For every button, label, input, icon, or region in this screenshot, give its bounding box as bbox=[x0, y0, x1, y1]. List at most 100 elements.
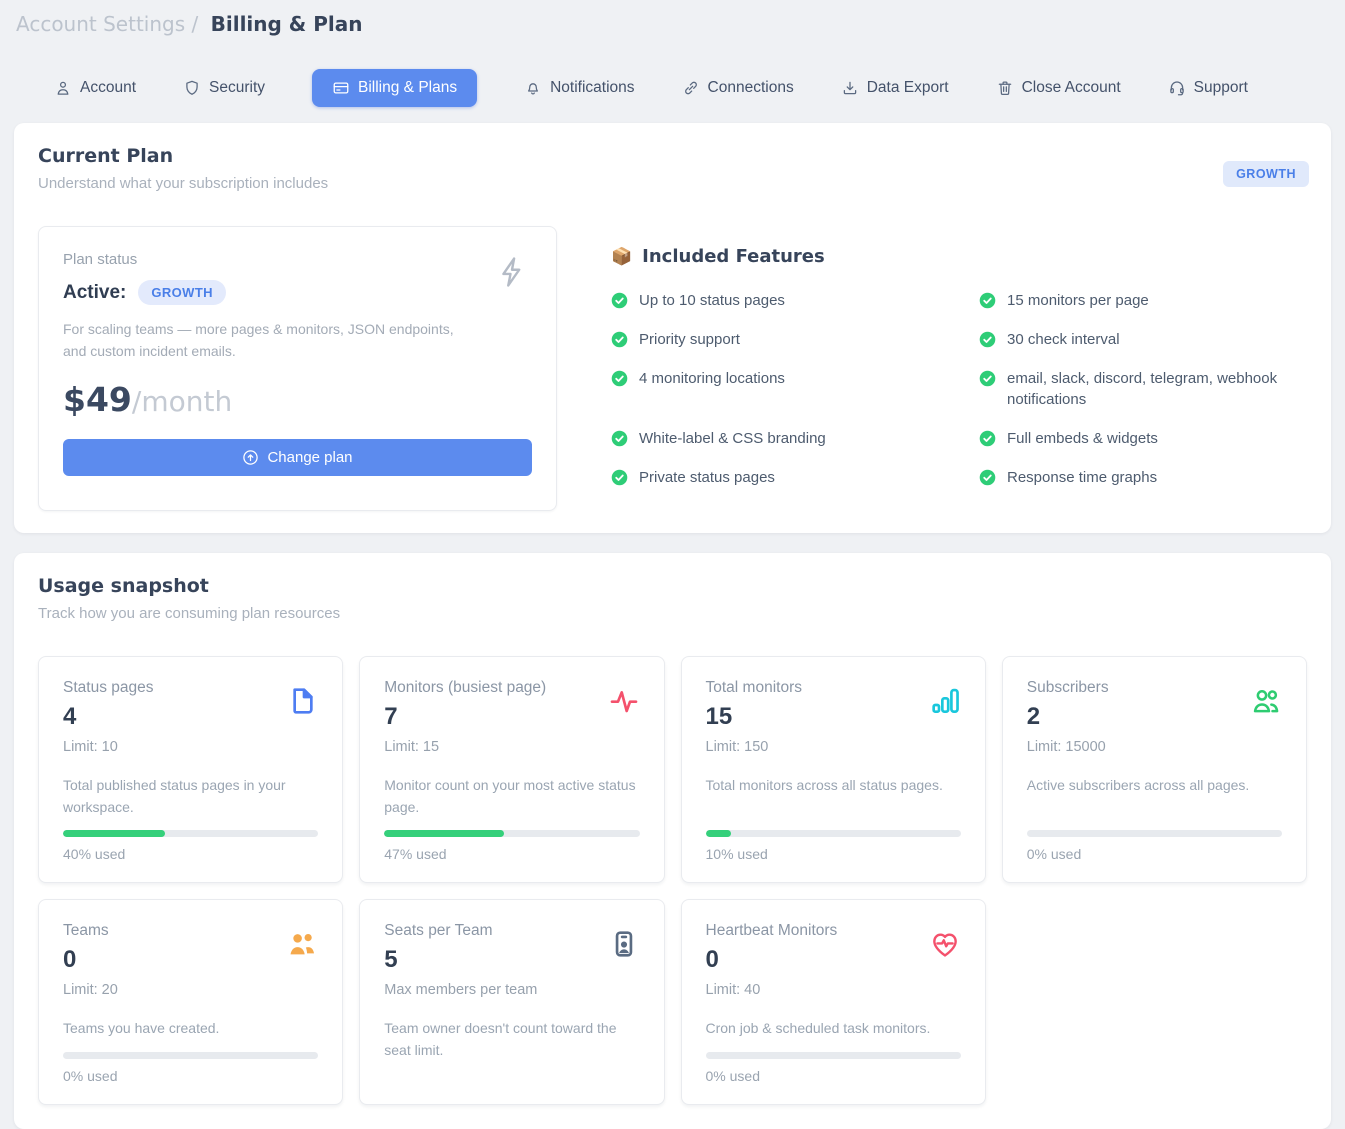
usage-card-limit: Limit: 20 bbox=[63, 982, 118, 998]
tab-account[interactable]: Account bbox=[54, 79, 136, 97]
feature-label: 15 monitors per page bbox=[1007, 290, 1149, 312]
plan-price-period: /month bbox=[132, 385, 232, 418]
usage-card-percent: 47% used bbox=[384, 846, 639, 862]
tab-label: Notifications bbox=[550, 79, 634, 97]
breadcrumb: Account Settings / Billing & Plan bbox=[14, 10, 1331, 36]
usage-card-description: Monitor count on your most active status… bbox=[384, 775, 639, 818]
tab-label: Connections bbox=[708, 79, 794, 97]
progress-fill bbox=[384, 830, 504, 837]
usage-card-seats-per-team: Seats per Team 5 Max members per team Te… bbox=[359, 899, 664, 1105]
tab-label: Data Export bbox=[867, 79, 949, 97]
usage-card-value: 0 bbox=[63, 946, 118, 974]
feature-label: 4 monitoring locations bbox=[639, 368, 785, 390]
feature-item: Private status pages bbox=[611, 467, 939, 489]
check-circle-icon bbox=[979, 469, 996, 486]
usage-card-limit: Limit: 150 bbox=[706, 739, 802, 755]
usage-card-value: 2 bbox=[1027, 703, 1109, 731]
feature-item: email, slack, discord, telegram, webhook… bbox=[979, 368, 1307, 412]
tab-data-export[interactable]: Data Export bbox=[841, 79, 949, 97]
check-circle-icon bbox=[611, 370, 628, 387]
usage-card-title: Total monitors bbox=[706, 679, 802, 697]
heart-pulse-icon bbox=[929, 928, 961, 960]
usage-card-value: 15 bbox=[706, 703, 802, 731]
tab-support[interactable]: Support bbox=[1168, 79, 1248, 97]
check-circle-icon bbox=[611, 469, 628, 486]
usage-subtitle: Track how you are consuming plan resourc… bbox=[38, 605, 1307, 622]
progress-bar bbox=[63, 1052, 318, 1059]
check-circle-icon bbox=[979, 430, 996, 447]
check-circle-icon bbox=[611, 292, 628, 309]
usage-card-description: Active subscribers across all pages. bbox=[1027, 775, 1282, 818]
feature-item: 30 check interval bbox=[979, 329, 1307, 351]
feature-label: 30 check interval bbox=[1007, 329, 1120, 351]
plan-price-amount: $49 bbox=[63, 380, 132, 419]
arrow-up-circle-icon bbox=[242, 449, 259, 466]
usage-card-value: 4 bbox=[63, 703, 153, 731]
usage-card-title: Heartbeat Monitors bbox=[706, 922, 838, 940]
usage-card-teams: Teams 0 Limit: 20 Teams you have created… bbox=[38, 899, 343, 1105]
usage-card-value: 5 bbox=[384, 946, 537, 974]
breadcrumb-parent[interactable]: Account Settings / bbox=[16, 12, 198, 36]
plan-badge: GROWTH bbox=[1223, 161, 1309, 187]
check-circle-icon bbox=[979, 370, 996, 387]
tab-close-account[interactable]: Close Account bbox=[996, 79, 1121, 97]
package-icon: 📦 bbox=[611, 247, 632, 267]
feature-item: Up to 10 status pages bbox=[611, 290, 939, 312]
feature-item: Full embeds & widgets bbox=[979, 428, 1307, 450]
usage-card-title: Teams bbox=[63, 922, 118, 940]
credit-card-icon bbox=[332, 79, 350, 97]
plan-price: $49/month bbox=[63, 380, 532, 419]
file-icon bbox=[286, 685, 318, 717]
id-badge-icon bbox=[608, 928, 640, 960]
feature-item: Priority support bbox=[611, 329, 939, 351]
breadcrumb-current: Billing & Plan bbox=[211, 12, 363, 36]
included-features-title: Included Features bbox=[642, 246, 825, 267]
change-plan-button[interactable]: Change plan bbox=[63, 439, 532, 476]
progress-bar bbox=[63, 830, 318, 837]
usage-card-percent: 0% used bbox=[63, 1068, 318, 1084]
feature-label: Private status pages bbox=[639, 467, 775, 489]
tab-notifications[interactable]: Notifications bbox=[524, 79, 634, 97]
usage-card-title: Status pages bbox=[63, 679, 153, 697]
billing-plan-page: Account Settings / Billing & Plan Accoun… bbox=[0, 0, 1345, 1129]
shield-icon bbox=[183, 79, 201, 97]
tab-label: Support bbox=[1194, 79, 1248, 97]
tab-security[interactable]: Security bbox=[183, 79, 265, 97]
progress-bar bbox=[706, 830, 961, 837]
check-circle-icon bbox=[979, 331, 996, 348]
download-icon bbox=[841, 79, 859, 97]
tab-label: Close Account bbox=[1022, 79, 1121, 97]
features-grid: Up to 10 status pages 15 monitors per pa… bbox=[611, 290, 1307, 489]
included-features: 📦 Included Features Up to 10 status page… bbox=[611, 226, 1307, 511]
settings-tabbar: Account Security Billing & Plans Notific… bbox=[54, 69, 1331, 107]
usage-card-limit: Limit: 15 bbox=[384, 739, 546, 755]
usage-title: Usage snapshot bbox=[38, 575, 1307, 597]
check-circle-icon bbox=[611, 430, 628, 447]
tab-billing-plans[interactable]: Billing & Plans bbox=[312, 69, 477, 107]
feature-label: Priority support bbox=[639, 329, 740, 351]
usage-card-description: Total published status pages in your wor… bbox=[63, 775, 318, 818]
usage-card-description: Team owner doesn't count toward the seat… bbox=[384, 1018, 639, 1084]
progress-fill bbox=[706, 830, 732, 837]
usage-card-limit: Limit: 10 bbox=[63, 739, 153, 755]
tab-connections[interactable]: Connections bbox=[682, 79, 794, 97]
bell-icon bbox=[524, 79, 542, 97]
usage-card-limit: Limit: 40 bbox=[706, 982, 838, 998]
plan-row: Plan status Active: GROWTH For scaling t… bbox=[38, 226, 1307, 511]
feature-item: White-label & CSS branding bbox=[611, 428, 939, 450]
usage-card-title: Seats per Team bbox=[384, 922, 537, 940]
tab-label: Billing & Plans bbox=[358, 79, 457, 97]
usage-card-value: 0 bbox=[706, 946, 838, 974]
usage-card-total-monitors: Total monitors 15 Limit: 150 Total monit… bbox=[681, 656, 986, 883]
user-icon bbox=[54, 79, 72, 97]
current-plan-title: Current Plan bbox=[38, 145, 1307, 167]
usage-card-value: 7 bbox=[384, 703, 546, 731]
current-plan-panel: Current Plan Understand what your subscr… bbox=[14, 123, 1331, 533]
plan-status-card: Plan status Active: GROWTH For scaling t… bbox=[38, 226, 557, 511]
plan-pill-badge: GROWTH bbox=[138, 280, 226, 305]
usage-card-description: Total monitors across all status pages. bbox=[706, 775, 961, 818]
plan-description: For scaling teams — more pages & monitor… bbox=[63, 319, 473, 362]
plan-active-word: Active: bbox=[63, 282, 126, 304]
usage-card-percent: 40% used bbox=[63, 846, 318, 862]
usage-card-percent: 10% used bbox=[706, 846, 961, 862]
